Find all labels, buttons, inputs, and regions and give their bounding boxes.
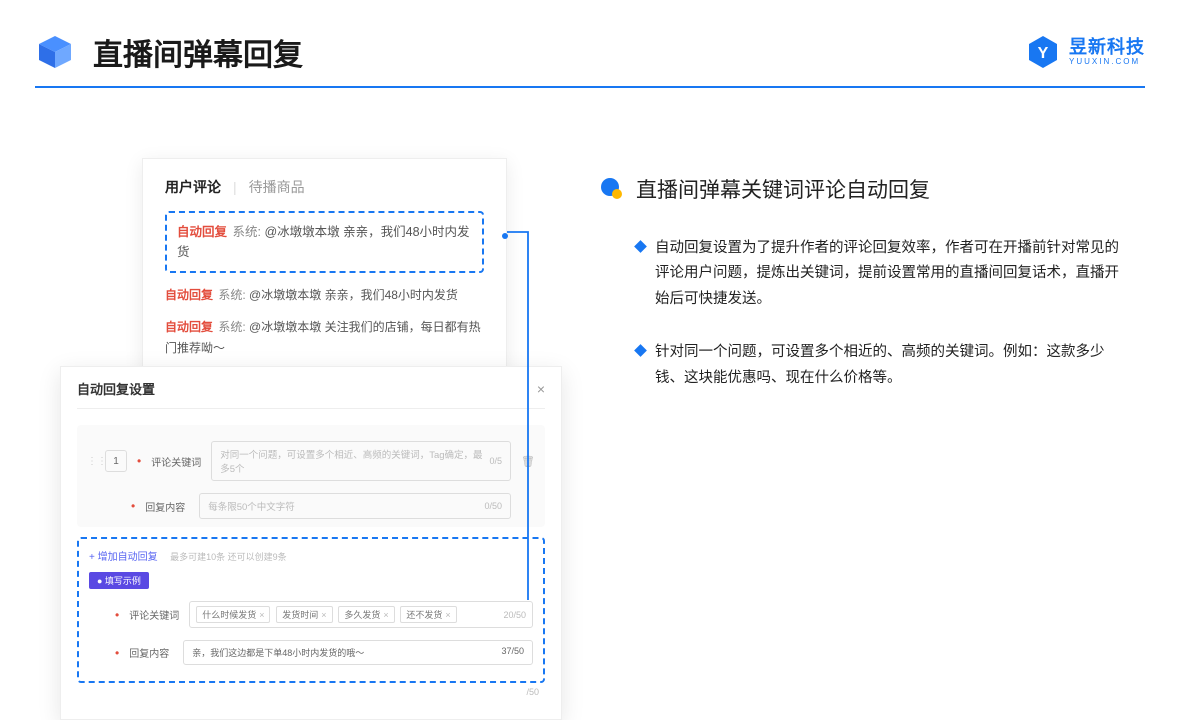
keyword-placeholder: 对同一个问题，可设置多个相近、高频的关键词，Tag确定，最多5个 xyxy=(220,447,489,475)
chip-remove-icon: × xyxy=(383,610,388,620)
required-dot: • xyxy=(115,608,119,622)
keyword-chip[interactable]: 什么时候发货× xyxy=(196,606,270,623)
keyword-chip[interactable]: 还不发货× xyxy=(400,606,456,623)
bullet-text: 针对同一个问题，可设置多个相近的、高频的关键词。例如：这款多少钱、这块能优惠吗、… xyxy=(655,340,1125,391)
comments-panel: 用户评论 | 待播商品 自动回复 系统: @冰墩墩本墩 亲亲，我们48小时内发货… xyxy=(142,158,507,381)
highlighted-auto-reply: 自动回复 系统: @冰墩墩本墩 亲亲，我们48小时内发货 xyxy=(165,211,484,273)
bullet-item: 针对同一个问题，可设置多个相近的、高频的关键词。例如：这款多少钱、这块能优惠吗、… xyxy=(600,340,1140,391)
tab-user-comments[interactable]: 用户评论 xyxy=(165,177,221,197)
comment-line-3: 自动回复 系统: @冰墩墩本墩 关注我们的店铺，每日都有热门推荐呦～ xyxy=(165,317,484,358)
tab-separator: | xyxy=(233,179,237,195)
chip-remove-icon: × xyxy=(259,610,264,620)
example-badge: ● 填写示例 xyxy=(89,572,149,589)
cube-icon xyxy=(35,32,75,72)
auto-reply-tag: 自动回复 xyxy=(165,288,213,302)
required-dot: • xyxy=(131,499,135,513)
example-reply-input[interactable]: 亲，我们这边都是下单48小时内发货的哦～ 37/50 xyxy=(183,640,533,665)
bullet-item: 自动回复设置为了提升作者的评论回复效率，作者可在开播前针对常见的评论用户问题，提… xyxy=(600,236,1140,312)
brand-logo-icon: Y xyxy=(1025,34,1061,70)
drag-handle-icon[interactable]: ⋮⋮ xyxy=(87,456,95,467)
comment-line-2: 自动回复 系统: @冰墩墩本墩 亲亲，我们48小时内发货 xyxy=(165,285,484,305)
auto-reply-tag: 自动回复 xyxy=(177,225,227,239)
delete-icon[interactable]: 🗑 xyxy=(521,455,535,468)
chip-remove-icon: × xyxy=(321,610,326,620)
system-label: 系统: xyxy=(218,288,245,302)
comments-tabs: 用户评论 | 待播商品 xyxy=(165,177,484,197)
keyword-label: 评论关键词 xyxy=(151,454,201,469)
reply-input[interactable]: 每条限50个中文字符 0/50 xyxy=(199,493,511,519)
diamond-bullet-icon xyxy=(634,344,647,357)
reply-placeholder: 每条限50个中文字符 xyxy=(208,499,295,513)
settings-title: 自动回复设置 xyxy=(77,379,155,398)
system-label: 系统: xyxy=(218,320,245,334)
svg-text:Y: Y xyxy=(1038,45,1049,62)
close-icon[interactable]: × xyxy=(537,381,545,397)
required-dot: • xyxy=(137,454,141,468)
add-auto-reply-link[interactable]: + 增加自动回复 xyxy=(89,552,158,563)
brand-name-en: YUUXIN.COM xyxy=(1069,58,1145,66)
example-keyword-label: 评论关键词 xyxy=(129,607,179,622)
tab-pending-goods[interactable]: 待播商品 xyxy=(249,177,305,197)
header-divider xyxy=(35,86,1145,88)
outer-count: /50 xyxy=(77,683,545,697)
required-dot: • xyxy=(115,646,119,660)
auto-reply-settings-panel: 自动回复设置 × ⋮⋮ 1 • 评论关键词 对同一个问题，可设置多个相近、高频的… xyxy=(60,366,562,720)
section-title: 直播间弹幕关键词评论自动回复 xyxy=(636,174,930,204)
diamond-bullet-icon xyxy=(634,240,647,253)
reply-label: 回复内容 xyxy=(145,499,189,514)
comment-text: @冰墩墩本墩 亲亲，我们48小时内发货 xyxy=(249,288,458,302)
example-reply-count: 37/50 xyxy=(501,646,524,659)
connector-dot xyxy=(502,233,508,239)
add-hint: 最多可建10条 还可以创建9条 xyxy=(170,552,287,562)
keyword-input[interactable]: 对同一个问题，可设置多个相近、高频的关键词，Tag确定，最多5个 0/5 xyxy=(211,441,511,481)
left-screenshot-area: 用户评论 | 待播商品 自动回复 系统: @冰墩墩本墩 亲亲，我们48小时内发货… xyxy=(60,158,570,628)
page-title: 直播间弹幕回复 xyxy=(93,30,303,74)
page-header: 直播间弹幕回复 Y 昱新科技 YUUXIN.COM xyxy=(35,30,1145,88)
rule-index: 1 xyxy=(105,450,127,472)
keyword-chip[interactable]: 发货时间× xyxy=(276,606,332,623)
system-label: 系统: xyxy=(233,225,261,239)
auto-reply-tag: 自动回复 xyxy=(165,320,213,334)
example-dashed-box: + 增加自动回复 最多可建10条 还可以创建9条 ● 填写示例 • 评论关键词 … xyxy=(77,537,545,683)
keyword-count: 0/5 xyxy=(489,456,502,466)
example-reply-text: 亲，我们这边都是下单48小时内发货的哦～ xyxy=(192,646,364,659)
brand-name-zh: 昱新科技 xyxy=(1069,38,1145,56)
keyword-chip[interactable]: 多久发货× xyxy=(338,606,394,623)
example-keyword-count: 20/50 xyxy=(503,610,526,620)
reply-count: 0/50 xyxy=(484,501,502,511)
chip-remove-icon: × xyxy=(445,610,450,620)
example-reply-label: 回复内容 xyxy=(129,645,173,660)
right-content: 直播间弹幕关键词评论自动回复 自动回复设置为了提升作者的评论回复效率，作者可在开… xyxy=(600,174,1140,419)
chat-bubble-icon xyxy=(600,177,624,201)
bullet-text: 自动回复设置为了提升作者的评论回复效率，作者可在开播前针对常见的评论用户问题，提… xyxy=(655,236,1125,312)
example-keyword-input[interactable]: 什么时候发货× 发货时间× 多久发货× 还不发货× 20/50 xyxy=(189,601,533,628)
brand-logo-block: Y 昱新科技 YUUXIN.COM xyxy=(1025,34,1145,70)
